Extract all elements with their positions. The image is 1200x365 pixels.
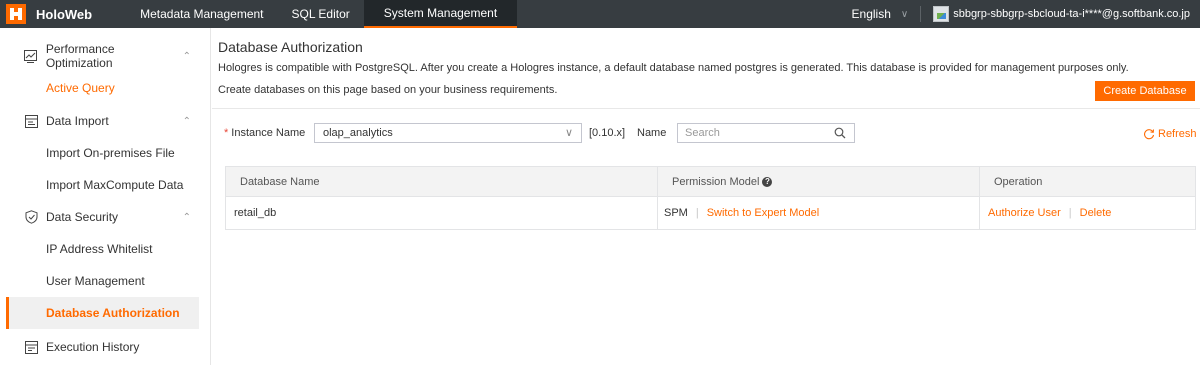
column-header-database-name: Database Name: [226, 167, 658, 196]
sidebar-group-label: Performance Optimization: [45, 42, 115, 70]
history-icon: [24, 340, 38, 354]
brand-name[interactable]: HoloWeb: [36, 7, 92, 22]
table-row: retail_db SPM | Switch to Expert Model A…: [226, 197, 1195, 229]
top-bar: HoloWeb Metadata Management SQL Editor S…: [0, 0, 1200, 28]
sidebar-item-ip-address-whitelist[interactable]: IP Address Whitelist: [6, 233, 199, 265]
name-label: Name: [637, 127, 667, 139]
sidebar-item-label: Import On-premises File: [46, 146, 175, 160]
page-title: Database Authorization: [218, 39, 363, 55]
instance-select-value: olap_analytics: [323, 127, 393, 139]
sidebar-item-label: User Management: [46, 274, 145, 288]
nav-sql-editor[interactable]: SQL Editor: [278, 0, 364, 28]
sidebar-item-label: Database Authorization: [46, 306, 180, 320]
chevron-up-icon: ⌃: [182, 50, 191, 62]
avatar-icon[interactable]: [933, 6, 950, 22]
column-header-permission-model: Permission Model ?: [658, 167, 980, 196]
help-icon[interactable]: ?: [762, 176, 773, 187]
page-description-line1: Hologres is compatible with PostgreSQL. …: [218, 62, 1129, 74]
instance-name-label-text: Instance Name: [231, 127, 306, 139]
chart-icon: [24, 49, 38, 63]
divider: [212, 108, 1200, 109]
search-icon[interactable]: [834, 127, 846, 142]
sidebar-item-database-authorization[interactable]: Database Authorization: [6, 297, 199, 329]
permission-model-cell: SPM | Switch to Expert Model: [658, 197, 980, 229]
search-input[interactable]: [685, 127, 825, 139]
shield-icon: [24, 210, 38, 224]
sidebar-group-data-security[interactable]: Data Security ⌃: [6, 201, 199, 233]
chevron-down-icon: ∨: [564, 127, 573, 139]
sidebar-group-execution-history[interactable]: Execution History: [6, 331, 199, 363]
authorize-user-link[interactable]: Authorize User: [988, 207, 1061, 219]
create-database-button[interactable]: Create Database: [1095, 81, 1195, 101]
refresh-icon: [1144, 129, 1155, 140]
page-description-line2: Create databases on this page based on y…: [218, 84, 558, 96]
separator: |: [695, 207, 699, 219]
sidebar-item-import-on-premises-file[interactable]: Import On-premises File: [6, 137, 199, 169]
sidebar-item-label: IP Address Whitelist: [46, 242, 153, 256]
instance-name-label: * Instance Name: [224, 127, 305, 139]
sidebar-item-import-maxcompute-data[interactable]: Import MaxCompute Data: [6, 169, 199, 201]
operation-cell: Authorize User | Delete: [980, 197, 1195, 229]
sidebar: Performance Optimization ⌃ Active Query …: [0, 28, 211, 365]
top-right-area: English ∨ sbbgrp-sbbgrp-sbcloud-ta-i****…: [852, 0, 1200, 28]
separator: |: [1068, 207, 1072, 219]
account-name[interactable]: sbbgrp-sbbgrp-sbcloud-ta-i****@g.softban…: [953, 8, 1190, 20]
database-name-cell: retail_db: [226, 197, 658, 229]
search-field[interactable]: [677, 123, 855, 143]
chevron-down-icon: ∨: [900, 8, 909, 20]
sidebar-group-label: Execution History: [46, 340, 140, 354]
required-marker: *: [224, 127, 229, 139]
holoweb-logo-icon: [6, 4, 26, 24]
language-label: English: [851, 7, 891, 21]
column-header-operation: Operation: [994, 175, 1043, 188]
instance-select[interactable]: olap_analytics ∨: [314, 123, 582, 143]
sidebar-group-data-import[interactable]: Data Import ⌃: [6, 105, 199, 137]
main-content: Database Authorization Hologres is compa…: [212, 28, 1200, 365]
sidebar-group-label: Data Security: [46, 210, 119, 224]
delete-link[interactable]: Delete: [1080, 207, 1112, 219]
switch-to-expert-model-link[interactable]: Switch to Expert Model: [707, 207, 820, 219]
sidebar-item-user-management[interactable]: User Management: [6, 265, 199, 297]
chevron-up-icon: ⌃: [182, 211, 191, 223]
nav-system-management[interactable]: System Management: [363, 0, 518, 28]
permission-model-value: SPM: [664, 207, 688, 219]
sidebar-group-label: Data Import: [46, 114, 109, 128]
database-table: Database Name Permission Model ? Operati…: [225, 166, 1196, 230]
main-nav: Metadata Management SQL Editor System Ma…: [126, 0, 518, 28]
divider: [920, 6, 922, 22]
sidebar-item-active-query[interactable]: Active Query: [6, 72, 199, 104]
sidebar-item-label: Active Query: [46, 81, 115, 95]
refresh-label: Refresh: [1158, 128, 1197, 140]
instance-version: [0.10.x]: [589, 127, 626, 139]
nav-metadata-management[interactable]: Metadata Management: [126, 0, 277, 28]
import-icon: [24, 114, 38, 128]
table-header: Database Name Permission Model ? Operati…: [226, 167, 1195, 197]
column-header-label: Permission Model: [672, 175, 760, 188]
language-selector[interactable]: English ∨: [852, 7, 909, 21]
sidebar-group-performance-optimization[interactable]: Performance Optimization ⌃: [6, 40, 199, 72]
chevron-up-icon: ⌃: [182, 115, 191, 127]
refresh-button[interactable]: Refresh: [1143, 128, 1197, 140]
sidebar-item-label: Import MaxCompute Data: [46, 178, 184, 192]
